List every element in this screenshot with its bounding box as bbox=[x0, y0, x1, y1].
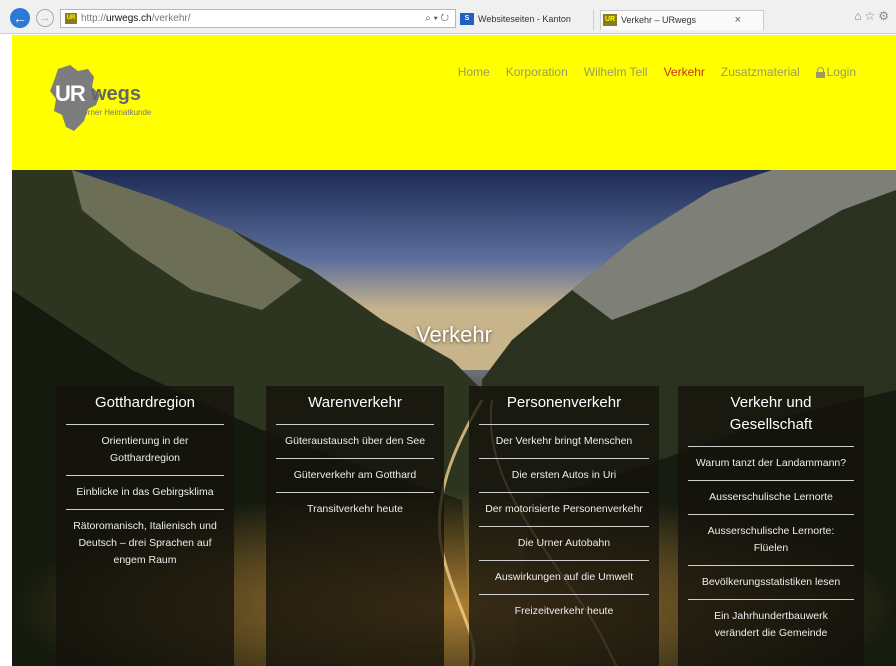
hero-banner: Verkehr Gotthardregion Orientierung in d… bbox=[12, 170, 896, 666]
tab-label: Verkehr – URwegs bbox=[621, 15, 697, 25]
link-erste-autos[interactable]: Die ersten Autos in Uri bbox=[479, 458, 649, 492]
tab-websiteseiten[interactable]: S Websiteseiten - Kanton bbox=[458, 10, 594, 30]
nav-korporation[interactable]: Korporation bbox=[506, 65, 568, 79]
link-transitverkehr[interactable]: Transitverkehr heute bbox=[276, 492, 434, 526]
address-bar[interactable]: UR http://urwegs.ch/verkehr/ ⌕ ▾ ↻ bbox=[60, 9, 456, 28]
settings-icon[interactable]: ⚙ bbox=[878, 9, 892, 23]
link-statistiken[interactable]: Bevölkerungsstatistiken lesen bbox=[688, 565, 854, 599]
link-umwelt[interactable]: Auswirkungen auf die Umwelt bbox=[479, 560, 649, 594]
link-lernorte-flueelen[interactable]: Ausserschulische Lernorte: Flüelen bbox=[688, 514, 854, 565]
urwegs-favicon-icon: UR bbox=[603, 14, 617, 26]
logo-subtitle: Urner Heimatkunde bbox=[82, 108, 152, 117]
nav-verkehr[interactable]: Verkehr bbox=[664, 65, 705, 79]
browser-icons: ⌂☆⚙ bbox=[854, 9, 892, 23]
link-gueteraustausch[interactable]: Güteraustausch über den See bbox=[276, 424, 434, 458]
link-jahrhundertbauwerk[interactable]: Ein Jahrhundertbauwerk verändert die Gem… bbox=[688, 599, 854, 650]
link-gueterverkehr[interactable]: Güterverkehr am Gotthard bbox=[276, 458, 434, 492]
nav-home[interactable]: Home bbox=[458, 65, 490, 79]
nav-zusatzmaterial[interactable]: Zusatzmaterial bbox=[721, 65, 800, 79]
column-warenverkehr: Warenverkehr Güteraustausch über den See… bbox=[266, 386, 444, 666]
nav-wilhelm-tell[interactable]: Wilhelm Tell bbox=[584, 65, 648, 79]
nav-login[interactable]: Login bbox=[815, 65, 856, 79]
column-gotthardregion: Gotthardregion Orientierung in der Gotth… bbox=[56, 386, 234, 666]
column-heading: Personenverkehr bbox=[506, 394, 622, 411]
sharepoint-icon: S bbox=[460, 13, 474, 25]
star-icon[interactable]: ☆ bbox=[864, 9, 878, 23]
page-title: Verkehr bbox=[416, 322, 492, 347]
login-label: Login bbox=[826, 65, 856, 79]
url-host: urwegs.ch bbox=[106, 13, 152, 24]
browser-toolbar: ← → UR http://urwegs.ch/verkehr/ ⌕ ▾ ↻ S… bbox=[0, 0, 896, 34]
link-verkehr-menschen[interactable]: Der Verkehr bringt Menschen bbox=[479, 424, 649, 458]
link-orientierung[interactable]: Orientierung in der Gotthardregion bbox=[66, 424, 224, 475]
address-tools-icon[interactable]: ⌕ ▾ ↻ bbox=[425, 10, 449, 27]
lock-icon bbox=[815, 67, 825, 78]
link-landammann[interactable]: Warum tanzt der Landammann? bbox=[688, 446, 854, 480]
close-tab-icon[interactable]: × bbox=[735, 11, 741, 29]
logo-ur-text: UR bbox=[55, 81, 86, 106]
column-heading: Gotthardregion bbox=[94, 394, 196, 411]
column-heading: Warenverkehr bbox=[308, 394, 402, 411]
site-logo[interactable]: UR wegs Urner Heimatkunde bbox=[48, 65, 208, 135]
tab-label: Websiteseiten - Kanton bbox=[478, 14, 571, 24]
link-freizeitverkehr[interactable]: Freizeitverkehr heute bbox=[479, 594, 649, 628]
url-path: /verkehr/ bbox=[151, 13, 191, 24]
site-header: UR wegs Urner Heimatkunde Home Korporati… bbox=[12, 35, 896, 170]
column-personenverkehr: Personenverkehr Der Verkehr bringt Mensc… bbox=[469, 386, 659, 666]
link-gebirgsklima[interactable]: Einblicke in das Gebirgsklima bbox=[66, 475, 224, 509]
home-icon[interactable]: ⌂ bbox=[854, 9, 864, 23]
logo-wegs-text: wegs bbox=[91, 83, 142, 105]
link-sprachen[interactable]: Rätoromanisch, Italienisch und Deutsch –… bbox=[66, 509, 224, 577]
main-navigation: Home Korporation Wilhelm Tell Verkehr Zu… bbox=[458, 65, 856, 79]
link-motorisierter-verkehr[interactable]: Der motorisierte Personenverkehr bbox=[479, 492, 649, 526]
back-icon[interactable]: ← bbox=[10, 8, 30, 28]
link-lernorte[interactable]: Ausserschulische Lernorte bbox=[688, 480, 854, 514]
forward-icon[interactable]: → bbox=[36, 9, 54, 27]
link-autobahn[interactable]: Die Urner Autobahn bbox=[479, 526, 649, 560]
tab-verkehr[interactable]: UR Verkehr – URwegs × bbox=[600, 10, 764, 30]
url-prefix: http:// bbox=[81, 13, 107, 24]
column-heading: Verkehr und Gesellschaft bbox=[729, 394, 813, 433]
column-verkehr-gesellschaft: Verkehr und Gesellschaft Warum tanzt der… bbox=[678, 386, 864, 666]
site-favicon-icon: UR bbox=[65, 13, 77, 24]
